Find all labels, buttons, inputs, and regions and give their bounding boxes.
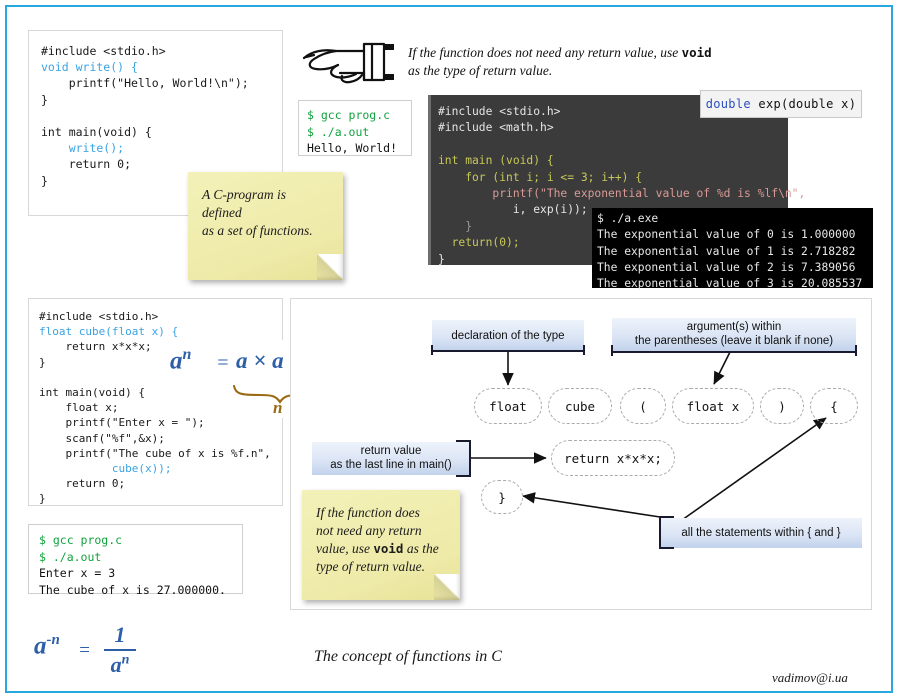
formula-neg-denominator: an <box>110 652 130 677</box>
slide-title-footer: The concept of functions in C <box>314 648 502 665</box>
token-float-label: float <box>489 398 527 414</box>
token-float-x-label: float x <box>686 398 740 414</box>
formula-negative-power: a-n = 1 an <box>34 622 164 680</box>
sticky-curl-corner <box>317 254 343 280</box>
tooltip-exp-signature: double exp(double x) <box>700 90 862 118</box>
formula-fraction-bar <box>104 649 136 651</box>
callout-declaration-of-type: declaration of the type <box>432 320 584 351</box>
callout-arguments: argument(s) within the parentheses (leav… <box>612 318 856 351</box>
token-pill-float[interactable]: float <box>474 388 542 424</box>
callout-return-line-2: as the last line in main() <box>330 458 452 471</box>
formula-neg-numerator: 1 <box>114 622 126 647</box>
sticky-program-line-2: as a set of functions. <box>202 223 313 238</box>
author-email: vadimov@i.ua <box>772 670 848 685</box>
formula-brace-label: n <box>273 398 283 417</box>
sticky-curl-corner <box>434 574 460 600</box>
terminal-cube-output: $ gcc prog.c $ ./a.out Enter x = 3 The c… <box>28 524 243 597</box>
sticky-void-line-3: value, use void as the <box>316 541 439 556</box>
pointing-hand-icon <box>298 36 402 88</box>
callout-arguments-line-2: the parentheses (leave it blank if none) <box>634 334 834 347</box>
token-pill-close-brace[interactable]: } <box>481 480 523 514</box>
token-close-paren-label: ) <box>778 398 786 414</box>
tooltip-exp-text: double exp(double x) <box>705 97 857 111</box>
token-open-paren-label: ( <box>639 398 647 414</box>
hint-void-return-type: If the function does not need any return… <box>408 44 848 80</box>
token-pill-float-x[interactable]: float x <box>672 388 754 424</box>
sticky-note-c-program: A C-program is defined as a set of funct… <box>188 172 343 280</box>
token-close-brace-label: } <box>498 489 506 505</box>
callout-all-statements: all the statements within { and } <box>660 518 862 548</box>
formula-neg-fraction: 1 an <box>100 622 140 678</box>
callout-return-value: return value as the last line in main() <box>312 442 470 475</box>
sticky-void-line-2: not need any return <box>316 523 422 538</box>
token-pill-open-paren[interactable]: ( <box>620 388 666 424</box>
callout-statements-text: all the statements within { and } <box>681 527 841 539</box>
slide-canvas: #include <stdio.h> void write() { printf… <box>0 0 900 700</box>
token-pill-open-brace[interactable]: { <box>810 388 858 424</box>
terminal-hello-world: $ gcc prog.c $ ./a.out Hello, World! <box>298 100 412 156</box>
hint-line-1: If the function does not need any return… <box>408 45 712 60</box>
token-return-label: return x*x*x; <box>564 450 662 466</box>
callout-declaration-text: declaration of the type <box>451 329 565 342</box>
formula-neg-equals: = <box>78 640 91 661</box>
callout-return-line-1: return value <box>360 445 422 457</box>
sticky-void-line-4: type of return value. <box>316 559 425 574</box>
token-cube-label: cube <box>564 398 596 414</box>
code-hello-world: #include <stdio.h> void write() { printf… <box>41 44 249 188</box>
token-pill-return-statement[interactable]: return x*x*x; <box>551 440 675 476</box>
sticky-note-void-return: If the function does not need any return… <box>302 490 460 600</box>
formula-neg-base: a-n <box>34 632 60 660</box>
hint-line-2: as the type of return value. <box>408 63 553 78</box>
callout-arguments-line-1: argument(s) within <box>686 321 782 333</box>
sticky-program-line-1: A C-program is defined <box>202 187 287 220</box>
terminal-exponential-output: $ ./a.exe The exponential value of 0 is … <box>592 208 873 290</box>
token-open-brace-label: { <box>830 398 838 414</box>
token-pill-cube[interactable]: cube <box>548 388 612 424</box>
sticky-void-line-1: If the function does <box>316 505 420 520</box>
token-pill-close-paren[interactable]: ) <box>760 388 804 424</box>
